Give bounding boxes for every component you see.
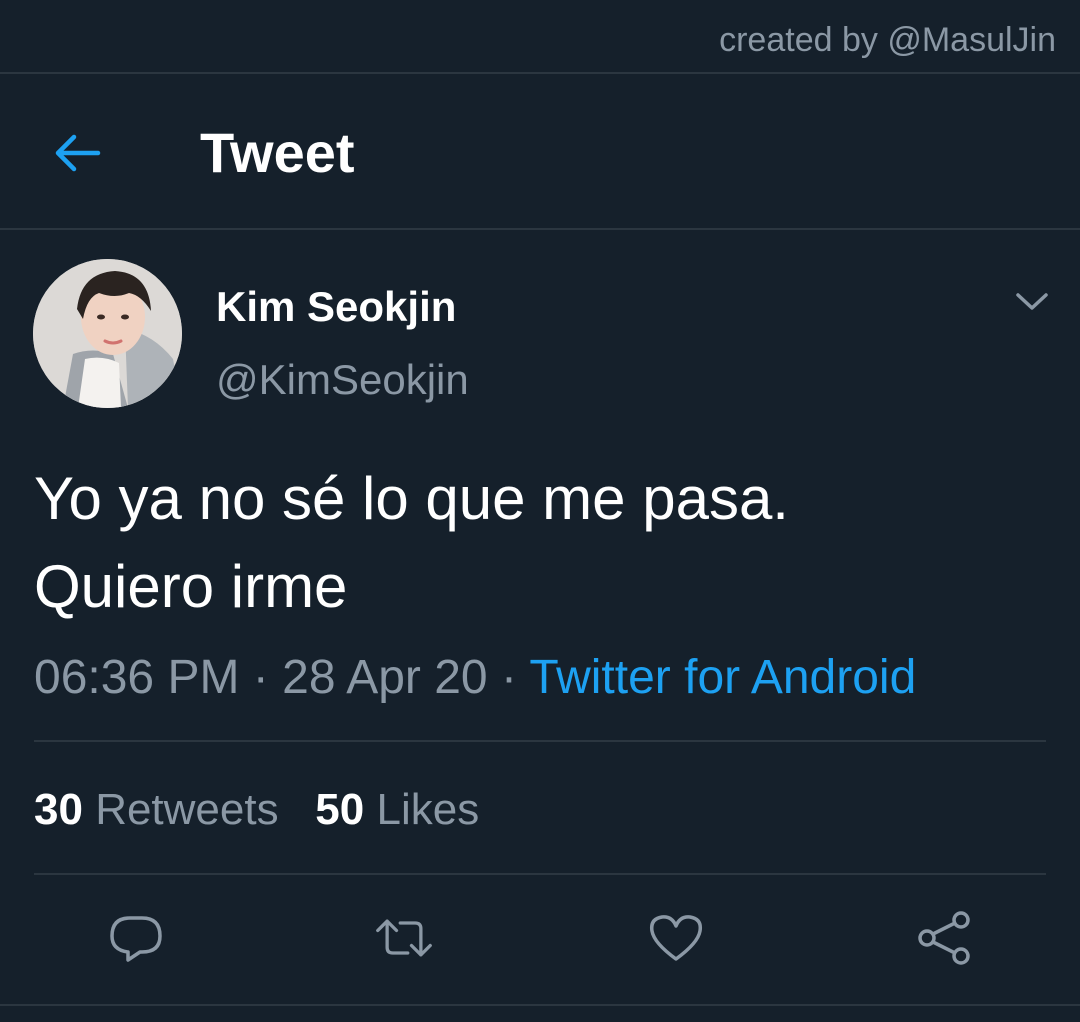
author-handle[interactable]: @KimSeokjin (216, 355, 469, 405)
watermark-text: created by @MasulJin (719, 21, 1056, 59)
more-options-button[interactable] (1008, 282, 1056, 322)
likes-label: Likes (376, 785, 480, 834)
retweets-label: Retweets (95, 785, 279, 834)
avatar-photo (33, 259, 182, 408)
meta-separator: · (252, 651, 269, 704)
retweets-stat[interactable]: 30 Retweets (34, 785, 279, 834)
like-button[interactable] (646, 910, 706, 966)
tweet-source-link[interactable]: Twitter for Android (529, 651, 916, 704)
retweet-button[interactable] (374, 910, 434, 966)
chevron-down-icon (1016, 293, 1048, 310)
share-button[interactable] (914, 910, 974, 966)
likes-stat[interactable]: 50 Likes (315, 785, 479, 834)
page-title: Tweet (200, 121, 355, 184)
tweet-time: 06:36 PM (34, 651, 240, 704)
share-icon (918, 911, 970, 965)
retweet-icon (376, 919, 432, 957)
divider (34, 873, 1046, 875)
author-name[interactable]: Kim Seokjin (216, 282, 456, 332)
tweet-date: 28 Apr 20 (282, 651, 488, 704)
back-button[interactable] (44, 124, 110, 182)
watermark-bar: created by @MasulJin (0, 0, 1080, 74)
divider (34, 740, 1046, 742)
retweets-count: 30 (34, 785, 83, 834)
avatar[interactable] (33, 259, 182, 408)
tweet-header: Tweet (0, 74, 1080, 230)
tweet-meta: 06:36 PM · 28 Apr 20 · Twitter for Andro… (34, 650, 916, 706)
reply-button[interactable] (106, 910, 166, 966)
tweet-text: Yo ya no sé lo que me pasa. Quiero irme (34, 465, 789, 620)
reply-icon (110, 916, 162, 962)
action-bar (0, 900, 1080, 976)
divider (0, 1004, 1080, 1006)
heart-icon (649, 915, 703, 961)
meta-separator: · (500, 651, 517, 704)
likes-count: 50 (315, 785, 365, 834)
tweet-stats: 30 Retweets 50 Likes (34, 784, 479, 836)
arrow-left-icon (55, 134, 101, 172)
